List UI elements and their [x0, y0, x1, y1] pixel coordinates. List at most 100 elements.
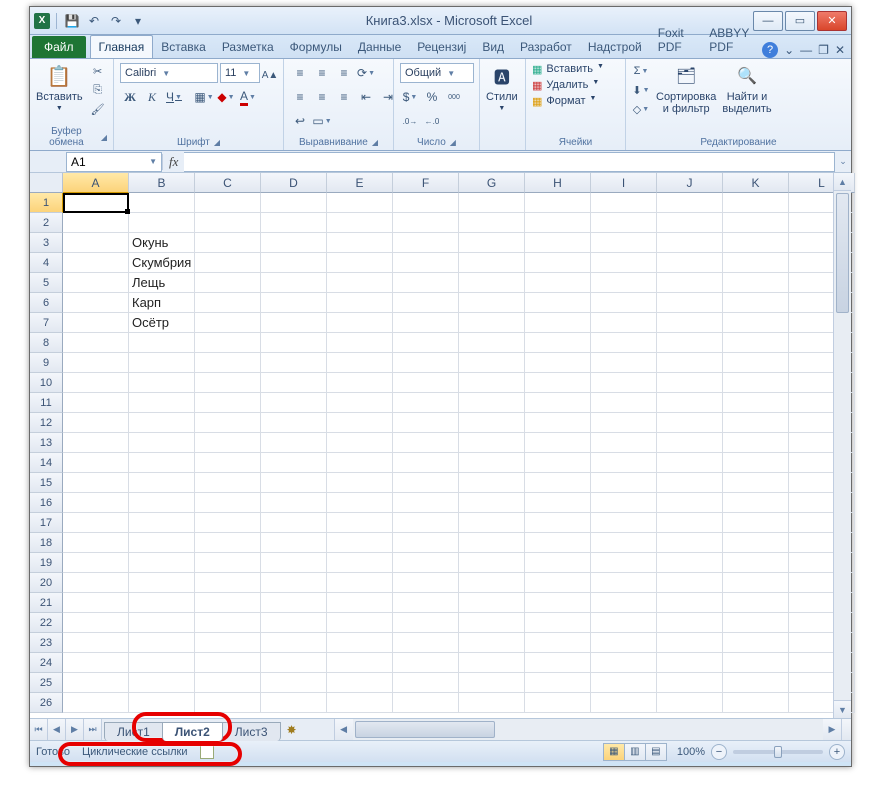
cell-C10[interactable] — [195, 373, 261, 393]
cell-A13[interactable] — [63, 433, 129, 453]
cell-E17[interactable] — [327, 513, 393, 533]
vscroll-thumb[interactable] — [836, 193, 849, 313]
cell-F1[interactable] — [393, 193, 459, 213]
cell-K24[interactable] — [723, 653, 789, 673]
cell-H15[interactable] — [525, 473, 591, 493]
cell-H26[interactable] — [525, 693, 591, 713]
cell-H25[interactable] — [525, 673, 591, 693]
macro-record-icon[interactable] — [200, 745, 214, 759]
cell-C8[interactable] — [195, 333, 261, 353]
cell-K22[interactable] — [723, 613, 789, 633]
align-right-icon[interactable]: ≡ — [334, 87, 354, 107]
cell-E12[interactable] — [327, 413, 393, 433]
row-header-23[interactable]: 23 — [30, 633, 63, 653]
cell-C4[interactable] — [195, 253, 261, 273]
cell-K16[interactable] — [723, 493, 789, 513]
cell-J2[interactable] — [657, 213, 723, 233]
cell-J13[interactable] — [657, 433, 723, 453]
cell-G7[interactable] — [459, 313, 525, 333]
row-header-4[interactable]: 4 — [30, 253, 63, 273]
cell-B13[interactable] — [129, 433, 195, 453]
cell-G24[interactable] — [459, 653, 525, 673]
align-middle-icon[interactable]: ≡ — [312, 63, 332, 83]
cell-C3[interactable] — [195, 233, 261, 253]
cell-B6[interactable]: Карп — [129, 293, 195, 313]
ribbon-tab-формулы[interactable]: Формулы — [282, 36, 350, 58]
cell-J19[interactable] — [657, 553, 723, 573]
cell-J7[interactable] — [657, 313, 723, 333]
cell-F3[interactable] — [393, 233, 459, 253]
cell-I20[interactable] — [591, 573, 657, 593]
name-box[interactable]: A1▼ — [66, 152, 162, 172]
cell-C24[interactable] — [195, 653, 261, 673]
font-color-button[interactable]: A▼ — [238, 87, 258, 107]
cell-A26[interactable] — [63, 693, 129, 713]
cell-E2[interactable] — [327, 213, 393, 233]
column-header-J[interactable]: J — [657, 173, 723, 193]
cell-E21[interactable] — [327, 593, 393, 613]
cell-I23[interactable] — [591, 633, 657, 653]
cell-I13[interactable] — [591, 433, 657, 453]
cell-K9[interactable] — [723, 353, 789, 373]
cell-F2[interactable] — [393, 213, 459, 233]
cell-B20[interactable] — [129, 573, 195, 593]
cell-B26[interactable] — [129, 693, 195, 713]
cell-B14[interactable] — [129, 453, 195, 473]
fill-color-button[interactable]: ◆▼ — [216, 87, 236, 107]
cell-G16[interactable] — [459, 493, 525, 513]
cell-F21[interactable] — [393, 593, 459, 613]
cell-E25[interactable] — [327, 673, 393, 693]
cell-J20[interactable] — [657, 573, 723, 593]
cell-A2[interactable] — [63, 213, 129, 233]
sheet-tab-лист3[interactable]: Лист3 — [222, 722, 281, 741]
cell-B16[interactable] — [129, 493, 195, 513]
cell-H2[interactable] — [525, 213, 591, 233]
cell-F9[interactable] — [393, 353, 459, 373]
cell-H19[interactable] — [525, 553, 591, 573]
orientation-icon[interactable]: ⟳▼ — [356, 63, 376, 83]
cell-F17[interactable] — [393, 513, 459, 533]
format-painter-icon[interactable]: 🖌 — [89, 101, 107, 117]
cell-J23[interactable] — [657, 633, 723, 653]
cell-J1[interactable] — [657, 193, 723, 213]
ribbon-tab-главная[interactable]: Главная — [90, 35, 154, 58]
row-header-15[interactable]: 15 — [30, 473, 63, 493]
percent-format-icon[interactable]: % — [422, 87, 442, 107]
cell-D8[interactable] — [261, 333, 327, 353]
cell-B21[interactable] — [129, 593, 195, 613]
cell-C7[interactable] — [195, 313, 261, 333]
normal-view-button[interactable]: ▦ — [603, 743, 625, 761]
cell-G8[interactable] — [459, 333, 525, 353]
row-header-19[interactable]: 19 — [30, 553, 63, 573]
cell-K12[interactable] — [723, 413, 789, 433]
cell-K25[interactable] — [723, 673, 789, 693]
cell-A1[interactable] — [63, 193, 129, 213]
row-header-3[interactable]: 3 — [30, 233, 63, 253]
row-header-2[interactable]: 2 — [30, 213, 63, 233]
cell-D13[interactable] — [261, 433, 327, 453]
cell-C21[interactable] — [195, 593, 261, 613]
cell-F15[interactable] — [393, 473, 459, 493]
sheet-nav-next-icon[interactable]: ▶ — [66, 719, 84, 740]
font-dialog-launcher-icon[interactable]: ◢ — [214, 138, 220, 147]
cell-G11[interactable] — [459, 393, 525, 413]
fill-icon[interactable]: ⬇▼ — [632, 82, 650, 98]
cell-A25[interactable] — [63, 673, 129, 693]
row-header-25[interactable]: 25 — [30, 673, 63, 693]
cell-F13[interactable] — [393, 433, 459, 453]
zoom-level[interactable]: 100% — [677, 746, 705, 758]
cell-A10[interactable] — [63, 373, 129, 393]
page-layout-view-button[interactable]: ▥ — [624, 743, 646, 761]
hscroll-splitter[interactable] — [841, 719, 851, 740]
cell-I22[interactable] — [591, 613, 657, 633]
row-header-26[interactable]: 26 — [30, 693, 63, 713]
row-header-12[interactable]: 12 — [30, 413, 63, 433]
cell-A11[interactable] — [63, 393, 129, 413]
increase-font-icon[interactable]: A▲ — [260, 65, 280, 85]
cell-G1[interactable] — [459, 193, 525, 213]
sheet-nav-prev-icon[interactable]: ◀ — [48, 719, 66, 740]
cell-I21[interactable] — [591, 593, 657, 613]
sheet-tab-лист2[interactable]: Лист2 — [162, 722, 223, 741]
cell-F26[interactable] — [393, 693, 459, 713]
row-header-1[interactable]: 1 — [30, 193, 63, 213]
